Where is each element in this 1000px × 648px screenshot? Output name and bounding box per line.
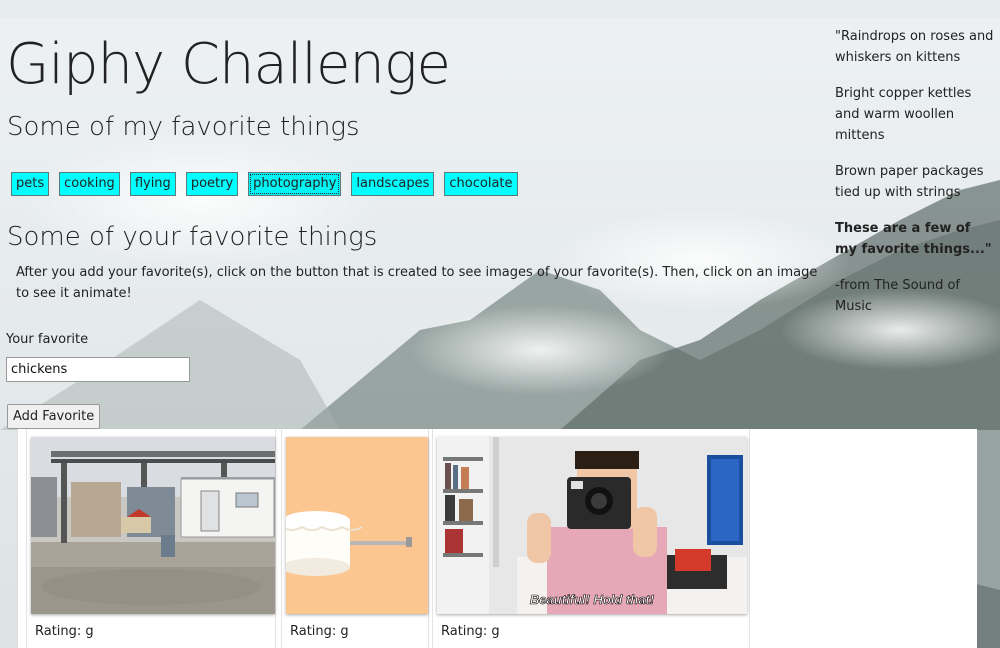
- page-subtitle: Some of my favorite things: [7, 112, 360, 142]
- page-title: Giphy Challenge: [6, 32, 451, 97]
- your-favorites-title: Some of your favorite things: [7, 222, 378, 252]
- gif-gallery: Rating: g Rating: g Beautiful! Hold that…: [17, 429, 977, 648]
- add-favorite-button[interactable]: Add Favorite: [7, 404, 101, 429]
- topic-button-landscapes[interactable]: landscapes: [351, 172, 435, 196]
- sidebar-quote: "Raindrops on roses and whiskers on kitt…: [835, 26, 995, 332]
- gif-image-camera-man[interactable]: Beautiful! Hold that!: [437, 437, 747, 614]
- instructions-text: After you add your favorite(s), click on…: [16, 265, 818, 301]
- topic-button-chocolate[interactable]: chocolate: [444, 172, 518, 196]
- gif-image-cake[interactable]: [286, 437, 428, 614]
- topic-buttons: pets cooking flying poetry photography l…: [11, 172, 518, 196]
- gif-caption: Beautiful! Hold that!: [530, 592, 655, 607]
- favorite-input[interactable]: [6, 357, 190, 382]
- gif-card: Beautiful! Hold that! Rating: g: [432, 429, 750, 648]
- gif-card: Rating: g: [26, 429, 276, 648]
- gif-card: Rating: g: [281, 429, 429, 648]
- gif-rating: Rating: g: [35, 624, 94, 639]
- quote-line-bold: These are a few of my favorite things...…: [835, 221, 992, 257]
- topic-button-pets[interactable]: pets: [11, 172, 50, 196]
- topic-button-poetry[interactable]: poetry: [185, 172, 239, 196]
- quote-line: Brown paper packages tied up with string…: [835, 164, 984, 200]
- topic-button-photography[interactable]: photography: [248, 172, 342, 196]
- quote-line: "Raindrops on roses and whiskers on kitt…: [835, 29, 994, 65]
- gif-image-construction-site[interactable]: [31, 437, 275, 614]
- favorite-field-label: Your favorite: [6, 332, 89, 347]
- topic-button-cooking[interactable]: cooking: [59, 172, 120, 196]
- gif-rating: Rating: g: [441, 624, 500, 639]
- quote-credit: -from The Sound of Music: [835, 278, 960, 314]
- topic-button-flying[interactable]: flying: [129, 172, 176, 196]
- top-strip: [0, 0, 1000, 18]
- quote-line: Bright copper kettles and warm woollen m…: [835, 86, 972, 143]
- gif-rating: Rating: g: [290, 624, 349, 639]
